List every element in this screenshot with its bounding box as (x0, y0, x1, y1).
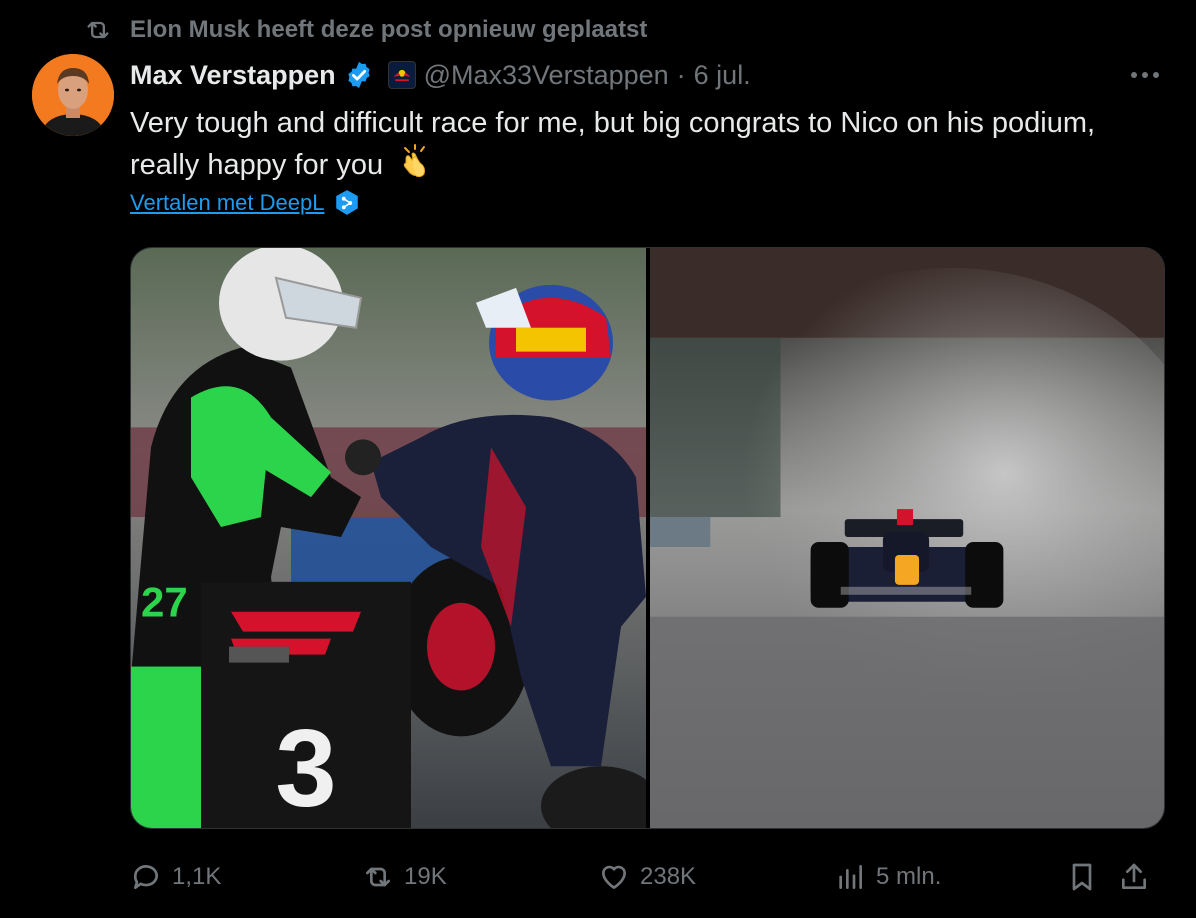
like-button[interactable]: 238K (598, 861, 696, 893)
translate-label: Vertalen met DeepL (130, 190, 325, 215)
clapping-hands-emoji (397, 143, 433, 190)
reply-count: 1,1K (172, 863, 222, 890)
action-bar: 1,1K 19K 238K 5 mln. (130, 855, 1166, 899)
view-count: 5 mln. (876, 863, 942, 890)
share-button[interactable] (1118, 861, 1150, 893)
more-options-icon[interactable] (1128, 62, 1162, 88)
tweet-header: Max Verstappen @Max33Verstappen · 6 jul. (130, 56, 751, 94)
reply-icon (133, 865, 158, 889)
wet-race-car-photo[interactable] (650, 248, 1164, 828)
author-name[interactable]: Max Verstappen (130, 60, 336, 91)
avatar[interactable] (32, 54, 114, 136)
heart-icon (602, 865, 626, 889)
tweet-text: Very tough and difficult race for me, bu… (130, 103, 1170, 190)
media-grid: 27 3 (130, 247, 1165, 829)
separator-dot: · (676, 59, 686, 90)
translate-link[interactable]: Vertalen met DeepL (130, 188, 360, 218)
author-handle[interactable]: @Max33Verstappen (424, 60, 669, 91)
tweet-body: Very tough and difficult race for me, bu… (130, 107, 1096, 182)
red-bull-racing-affiliate-icon[interactable] (387, 61, 416, 89)
like-count: 238K (640, 863, 697, 890)
bookmark-icon (1072, 863, 1092, 891)
podium-handshake-photo[interactable]: 27 3 (131, 248, 646, 828)
position-number-3: 3 (275, 708, 336, 828)
post-date[interactable]: 6 jul. (694, 60, 751, 91)
repost-banner[interactable]: Elon Musk heeft deze post opnieuw geplaa… (82, 14, 647, 46)
repost-icon (82, 14, 114, 46)
repost-count: 19K (404, 863, 447, 890)
verified-badge-icon[interactable] (344, 60, 374, 90)
views-chart-icon (839, 865, 862, 889)
driver-number-27: 27 (141, 579, 188, 626)
repost-banner-text: Elon Musk heeft deze post opnieuw geplaa… (130, 16, 648, 43)
bookmark-button[interactable] (1066, 861, 1098, 893)
repost-icon (366, 867, 390, 887)
reply-button[interactable]: 1,1K (130, 861, 221, 893)
repost-button[interactable]: 19K (362, 861, 447, 893)
deepl-icon (334, 189, 360, 217)
share-icon (1122, 863, 1146, 889)
views-button[interactable]: 5 mln. (834, 861, 941, 893)
